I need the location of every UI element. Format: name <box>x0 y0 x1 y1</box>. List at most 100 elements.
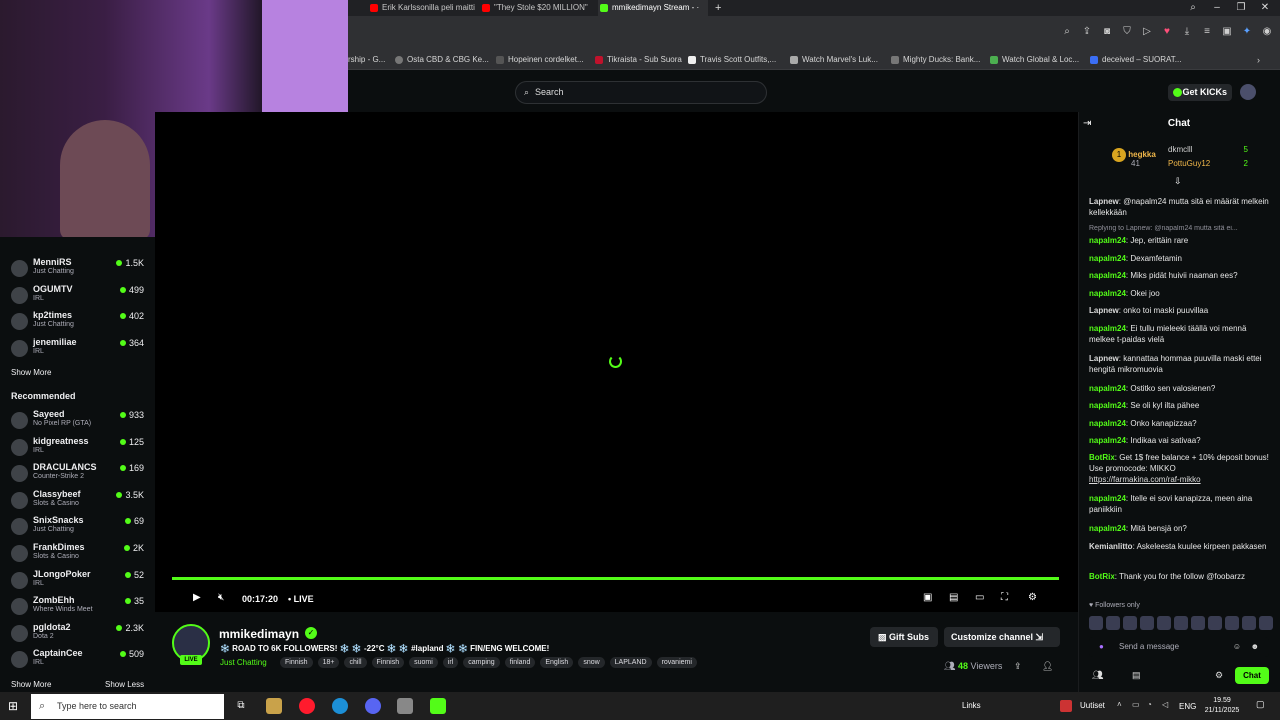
heart-icon[interactable]: ♥ <box>1160 25 1174 39</box>
emote-icon[interactable] <box>1140 616 1154 630</box>
bookmark-item[interactable]: Osta CBD & CBG Ke... <box>395 50 489 70</box>
bookmark-item[interactable]: deceived – SUORAT... <box>1090 50 1181 70</box>
emote-icon[interactable] <box>1242 616 1256 630</box>
clock[interactable]: 19.59 21/11/2025 <box>1202 696 1242 716</box>
clip-icon[interactable]: ▤ <box>949 592 958 604</box>
emote-icon[interactable] <box>1225 616 1239 630</box>
pip-icon[interactable]: ▣ <box>923 592 932 604</box>
stream-tag[interactable]: rovaniemi <box>656 657 697 668</box>
follow-icon[interactable]: 👤︎ <box>1042 661 1053 672</box>
stream-tag[interactable]: camping <box>463 657 500 668</box>
chat-username[interactable]: napalm24 <box>1089 289 1126 298</box>
browser-tab-active[interactable]: mmikedimayn Stream - · <box>598 0 708 16</box>
sidebar-channel-item[interactable]: kidgreatness IRL 125 <box>0 436 155 462</box>
zoom-icon[interactable]: ⌕ <box>1060 25 1074 39</box>
emote-icon[interactable] <box>1191 616 1205 630</box>
search-tabs-icon[interactable]: ⌕ <box>1184 0 1202 16</box>
stream-tag[interactable]: snow <box>578 657 605 668</box>
chat-username[interactable]: BotRix <box>1089 453 1115 462</box>
stream-tag[interactable]: irl <box>442 657 459 668</box>
emote-icon[interactable] <box>1259 616 1273 630</box>
chat-username[interactable]: napalm24 <box>1089 324 1126 333</box>
pinned-expand-icon[interactable]: ⇩ <box>1174 176 1182 187</box>
chat-link[interactable]: https://farmakina.com/raf-mikko <box>1089 475 1201 484</box>
chat-username[interactable]: Lapnew <box>1089 354 1119 363</box>
discord-icon[interactable] <box>365 698 381 714</box>
sidebar-channel-item[interactable]: Sayeed No Pixel RP (GTA) 933 <box>0 409 155 435</box>
sidebar-channel-item[interactable]: ZombEhh Where Winds Meet 35 <box>0 595 155 621</box>
progress-bar[interactable] <box>172 577 1059 580</box>
stream-tag[interactable]: 18+ <box>317 657 340 668</box>
news-widget[interactable]: Uutiset <box>1080 701 1105 710</box>
search-input[interactable]: ⌕ Search <box>515 81 767 104</box>
tray-chevron-icon[interactable]: ˄ <box>1117 700 1122 709</box>
chat-username[interactable]: napalm24 <box>1089 271 1126 280</box>
bookmark-item[interactable]: Watch Global & Loc... <box>990 50 1079 70</box>
browser-tab-2[interactable]: "They Stole $20 MILLION" <box>480 0 590 16</box>
edge-icon[interactable] <box>332 698 348 714</box>
chat-username[interactable]: napalm24 <box>1089 419 1126 428</box>
close-icon[interactable]: ✕ <box>1256 0 1274 16</box>
send-chat-button[interactable]: Chat <box>1235 667 1269 684</box>
menu-icon[interactable]: ≡ <box>1200 25 1214 39</box>
app-icon[interactable] <box>266 698 282 714</box>
settings-icon[interactable]: ⚙ <box>1028 592 1037 604</box>
gift-icon[interactable]: ▤ <box>1132 670 1141 681</box>
sidebar-channel-item[interactable]: pgldota2 Dota 2 2.3K <box>0 622 155 648</box>
share-icon[interactable]: ⇪ <box>1014 661 1022 672</box>
share-icon[interactable]: ⇪ <box>1080 25 1094 39</box>
sidebar-channel-item[interactable]: SnixSnacks Just Chatting 69 <box>0 515 155 541</box>
gift-subs-button[interactable]: ▨ Gift Subs <box>870 627 938 647</box>
emote-icon[interactable] <box>1123 616 1137 630</box>
theater-icon[interactable]: ▭ <box>975 592 984 604</box>
top-gifter[interactable]: dkmclll 5 <box>1168 145 1248 154</box>
wallet-icon[interactable]: ▣ <box>1220 25 1234 39</box>
chat-message-input[interactable]: ● Send a message ☺ ☻ <box>1089 637 1269 657</box>
links-toolbar[interactable]: Links <box>962 701 981 710</box>
maximize-icon[interactable]: ❐ <box>1232 0 1250 16</box>
fullscreen-icon[interactable]: ⛶ <box>1001 592 1008 604</box>
sidebar-channel-item[interactable]: CaptainCee IRL 509 <box>0 648 155 674</box>
stream-tag[interactable]: LAPLAND <box>609 657 652 668</box>
stream-tag[interactable]: chill <box>344 657 367 668</box>
chat-settings-icon[interactable]: ⚙ <box>1215 670 1223 681</box>
chat-username[interactable]: napalm24 <box>1089 524 1126 533</box>
chat-username[interactable]: napalm24 <box>1089 384 1126 393</box>
chat-username[interactable]: napalm24 <box>1089 236 1126 245</box>
sidebar-channel-item[interactable]: Classybeef Slots & Casino 3.5K <box>0 489 155 515</box>
browser-tab-1[interactable]: Erik Karlssonilla peli maitti <box>368 0 478 16</box>
chat-username[interactable]: Lapnew <box>1089 197 1119 206</box>
chevron-right-icon[interactable]: › <box>1257 50 1260 70</box>
language-indicator[interactable]: ENG <box>1179 702 1196 711</box>
profile-icon[interactable]: ◉ <box>1260 25 1274 39</box>
stream-tag[interactable]: suomi <box>409 657 438 668</box>
customize-channel-button[interactable]: Customize channel ⇲ <box>944 627 1060 647</box>
emote-icon[interactable] <box>1089 616 1103 630</box>
chat-users-icon[interactable]: 👥︎ <box>1092 670 1103 681</box>
minimize-icon[interactable]: – <box>1208 0 1226 16</box>
chat-username[interactable]: Lapnew <box>1089 306 1119 315</box>
task-view-icon[interactable]: ⧉ <box>233 698 249 714</box>
stream-tag[interactable]: finland <box>504 657 536 668</box>
sidebar-channel-item[interactable]: DRACULANCS Counter-Strike 2 169 <box>0 462 155 488</box>
volume-icon[interactable]: ◁ <box>1162 700 1168 709</box>
chat-username[interactable]: BotRix <box>1089 572 1115 581</box>
emote-picker-icon[interactable]: ☻ <box>1251 637 1259 657</box>
camera-icon[interactable]: ◙ <box>1100 25 1114 39</box>
emote-icon[interactable] <box>1174 616 1188 630</box>
network-icon[interactable]: ▭ <box>1132 700 1140 709</box>
chat-username[interactable]: Kemianlitto <box>1089 542 1133 551</box>
taskbar-search[interactable]: ⌕ Type here to search <box>31 694 224 719</box>
windows-start-icon[interactable]: ⊞ <box>8 699 22 713</box>
show-more-following[interactable]: Show More <box>11 368 51 377</box>
show-less-button[interactable]: Show Less <box>105 680 144 689</box>
play-icon[interactable]: ▷ <box>1140 25 1154 39</box>
sidebar-channel-item[interactable]: MenniRS Just Chatting 1.5K <box>0 257 155 283</box>
new-tab-button[interactable]: + <box>715 0 721 16</box>
stream-category[interactable]: Just Chatting <box>220 658 267 667</box>
sidebar-channel-item[interactable]: OGUMTV IRL 499 <box>0 284 155 310</box>
top-gifter[interactable]: PottuGuy12 2 <box>1168 159 1248 168</box>
bookmark-item[interactable]: rship - G... <box>348 50 385 70</box>
chat-username[interactable]: napalm24 <box>1089 436 1126 445</box>
chat-username[interactable]: napalm24 <box>1089 401 1126 410</box>
